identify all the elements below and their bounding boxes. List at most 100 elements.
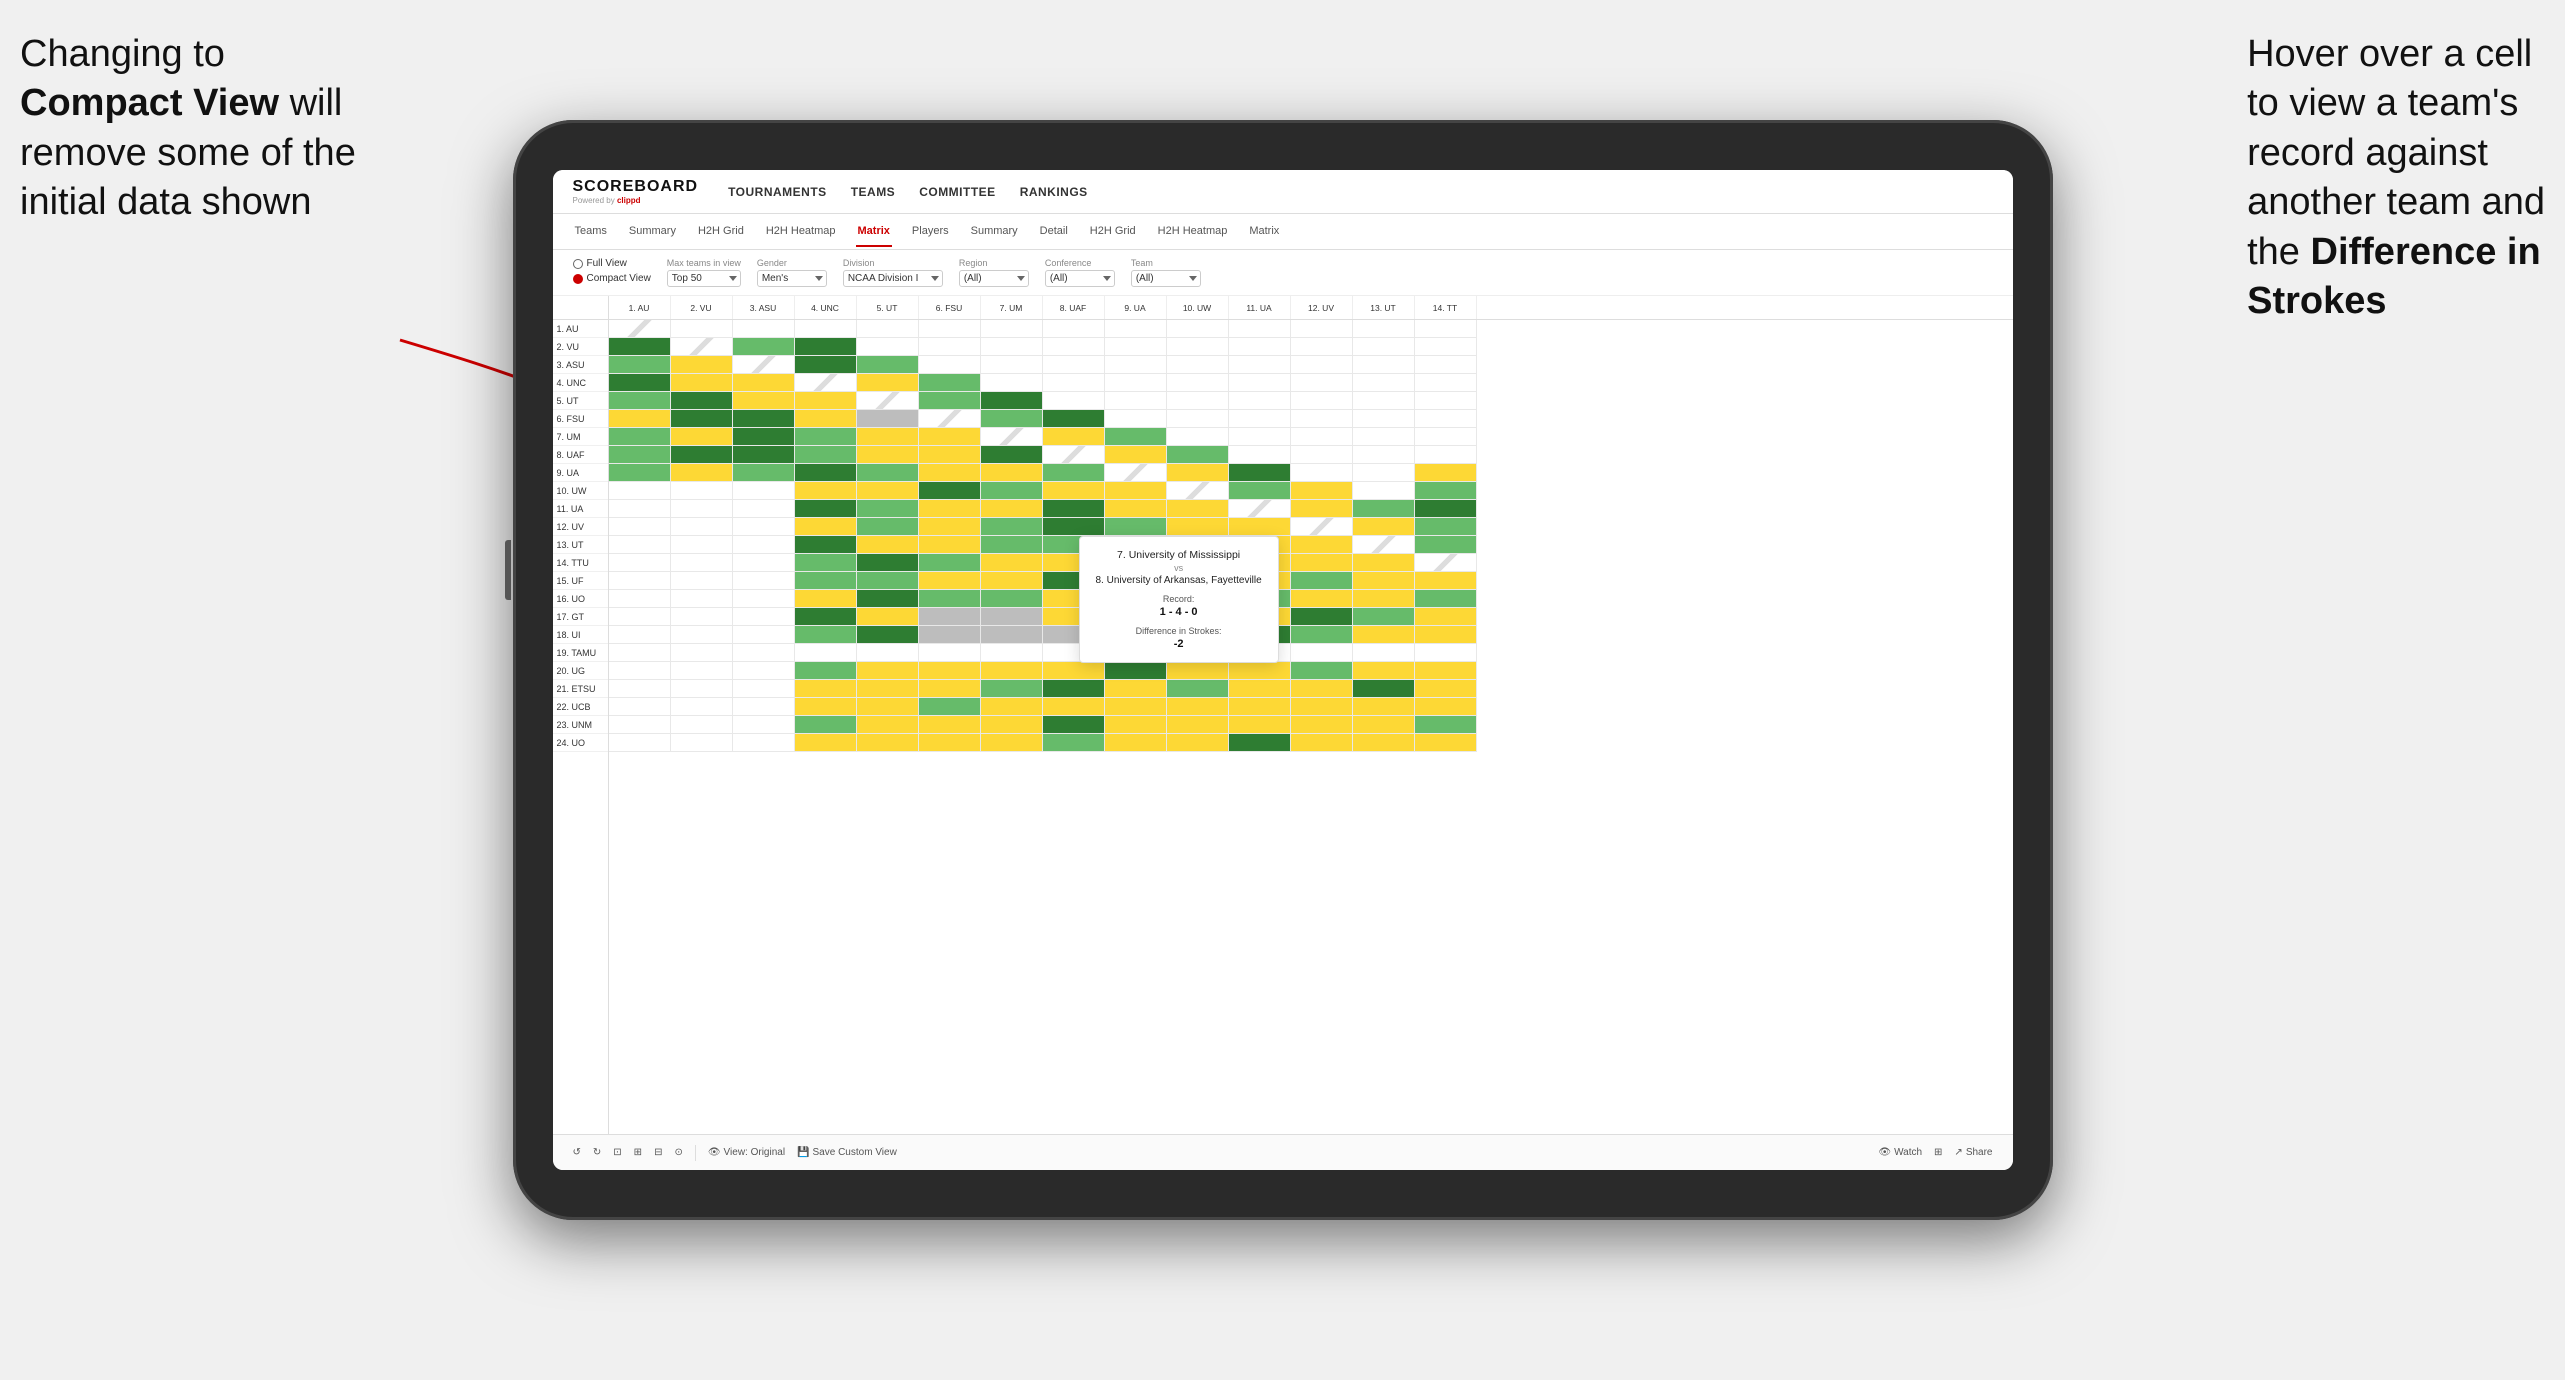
cell-10-2[interactable] <box>671 482 733 500</box>
cell-4-12[interactable] <box>1291 374 1353 392</box>
cell-2-12[interactable] <box>1291 338 1353 356</box>
nav-teams[interactable]: TEAMS <box>851 185 896 199</box>
cell-20-12[interactable] <box>1291 662 1353 680</box>
cell-13-12[interactable] <box>1291 536 1353 554</box>
cell-14-4[interactable] <box>795 554 857 572</box>
cell-14-2[interactable] <box>671 554 733 572</box>
cell-13-14[interactable] <box>1415 536 1477 554</box>
save-custom-button[interactable]: 💾 Save Custom View <box>797 1147 897 1158</box>
cell-8-2[interactable] <box>671 446 733 464</box>
cell-12-2[interactable] <box>671 518 733 536</box>
share-button[interactable]: ↗ Share <box>1954 1147 1992 1158</box>
cell-5-5[interactable] <box>857 392 919 410</box>
cell-11-5[interactable] <box>857 500 919 518</box>
cell-15-2[interactable] <box>671 572 733 590</box>
cell-21-3[interactable] <box>733 680 795 698</box>
watch-button[interactable]: 👁 Watch <box>1878 1147 1922 1158</box>
cell-24-9[interactable] <box>1105 734 1167 752</box>
cell-5-14[interactable] <box>1415 392 1477 410</box>
cell-2-4[interactable] <box>795 338 857 356</box>
cell-10-4[interactable] <box>795 482 857 500</box>
cell-10-8[interactable] <box>1043 482 1105 500</box>
toolbar-icon-3[interactable]: ⊟ <box>654 1147 662 1158</box>
cell-18-7[interactable] <box>981 626 1043 644</box>
cell-23-9[interactable] <box>1105 716 1167 734</box>
cell-13-4[interactable] <box>795 536 857 554</box>
cell-5-2[interactable] <box>671 392 733 410</box>
cell-18-14[interactable] <box>1415 626 1477 644</box>
cell-22-13[interactable] <box>1353 698 1415 716</box>
tab-matrix1[interactable]: Matrix <box>856 217 892 247</box>
cell-4-5[interactable] <box>857 374 919 392</box>
cell-16-7[interactable] <box>981 590 1043 608</box>
cell-12-13[interactable] <box>1353 518 1415 536</box>
cell-19-7[interactable] <box>981 644 1043 662</box>
cell-1-9[interactable] <box>1105 320 1167 338</box>
cell-9-14[interactable] <box>1415 464 1477 482</box>
cell-18-4[interactable] <box>795 626 857 644</box>
cell-6-11[interactable] <box>1229 410 1291 428</box>
redo-button[interactable]: ↻ <box>593 1147 601 1158</box>
toolbar-icon-1[interactable]: ⊡ <box>613 1147 621 1158</box>
cell-3-2[interactable] <box>671 356 733 374</box>
cell-5-11[interactable] <box>1229 392 1291 410</box>
filter-max-teams-select[interactable]: Top 50 <box>667 270 741 287</box>
cell-6-10[interactable] <box>1167 410 1229 428</box>
cell-2-13[interactable] <box>1353 338 1415 356</box>
cell-22-14[interactable] <box>1415 698 1477 716</box>
cell-21-14[interactable] <box>1415 680 1477 698</box>
cell-3-1[interactable] <box>609 356 671 374</box>
cell-8-8[interactable] <box>1043 446 1105 464</box>
view-original-button[interactable]: 👁 View: Original <box>708 1147 785 1158</box>
cell-4-2[interactable] <box>671 374 733 392</box>
cell-15-3[interactable] <box>733 572 795 590</box>
cell-12-10[interactable] <box>1167 518 1229 536</box>
cell-21-9[interactable] <box>1105 680 1167 698</box>
filter-gender-select[interactable]: Men's <box>757 270 827 287</box>
cell-7-11[interactable] <box>1229 428 1291 446</box>
cell-9-8[interactable] <box>1043 464 1105 482</box>
tab-matrix2[interactable]: Matrix <box>1247 217 1281 247</box>
cell-7-7[interactable] <box>981 428 1043 446</box>
cell-18-5[interactable] <box>857 626 919 644</box>
cell-8-7[interactable] <box>981 446 1043 464</box>
cell-17-14[interactable] <box>1415 608 1477 626</box>
cell-14-1[interactable] <box>609 554 671 572</box>
cell-21-11[interactable] <box>1229 680 1291 698</box>
cell-4-1[interactable] <box>609 374 671 392</box>
cell-2-1[interactable] <box>609 338 671 356</box>
cell-6-1[interactable] <box>609 410 671 428</box>
cell-3-12[interactable] <box>1291 356 1353 374</box>
radio-compact-view[interactable]: Compact View <box>573 273 651 284</box>
cell-1-6[interactable] <box>919 320 981 338</box>
cell-1-7[interactable] <box>981 320 1043 338</box>
cell-8-13[interactable] <box>1353 446 1415 464</box>
cell-12-12[interactable] <box>1291 518 1353 536</box>
cell-20-7[interactable] <box>981 662 1043 680</box>
cell-6-13[interactable] <box>1353 410 1415 428</box>
cell-16-12[interactable] <box>1291 590 1353 608</box>
cell-6-12[interactable] <box>1291 410 1353 428</box>
cell-8-14[interactable] <box>1415 446 1477 464</box>
cell-21-13[interactable] <box>1353 680 1415 698</box>
cell-2-8[interactable] <box>1043 338 1105 356</box>
cell-18-6[interactable] <box>919 626 981 644</box>
cell-12-5[interactable] <box>857 518 919 536</box>
toolbar-icon-4[interactable]: ⊙ <box>674 1147 682 1158</box>
cell-3-11[interactable] <box>1229 356 1291 374</box>
cell-7-2[interactable] <box>671 428 733 446</box>
cell-11-9[interactable] <box>1105 500 1167 518</box>
filter-team-select[interactable]: (All) <box>1131 270 1201 287</box>
cell-10-10[interactable] <box>1167 482 1229 500</box>
cell-13-3[interactable] <box>733 536 795 554</box>
cell-4-4[interactable] <box>795 374 857 392</box>
cell-7-10[interactable] <box>1167 428 1229 446</box>
cell-23-5[interactable] <box>857 716 919 734</box>
cell-5-13[interactable] <box>1353 392 1415 410</box>
cell-8-4[interactable] <box>795 446 857 464</box>
cell-24-2[interactable] <box>671 734 733 752</box>
cell-24-6[interactable] <box>919 734 981 752</box>
cell-20-14[interactable] <box>1415 662 1477 680</box>
cell-9-9[interactable] <box>1105 464 1167 482</box>
cell-21-5[interactable] <box>857 680 919 698</box>
